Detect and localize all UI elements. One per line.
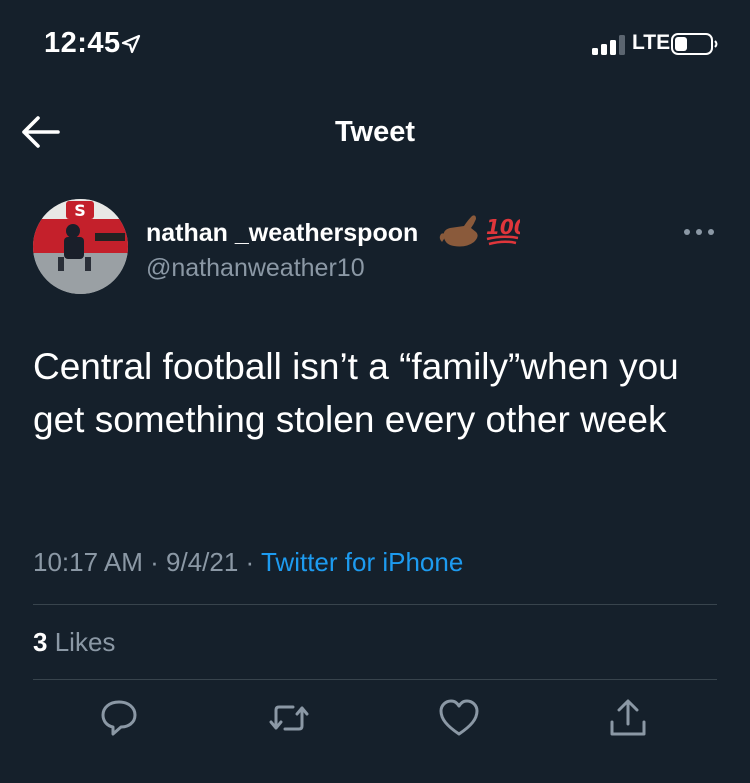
battery-icon — [671, 33, 718, 55]
tweet-text: Central football isn’t a “family”when yo… — [33, 346, 679, 440]
meta-separator: · — [245, 547, 255, 577]
avatar[interactable]: S — [33, 199, 128, 294]
share-icon — [610, 699, 646, 736]
retweet-button[interactable] — [267, 696, 311, 740]
like-button[interactable] — [437, 696, 481, 740]
page-title: Tweet — [334, 116, 416, 148]
reply-icon — [101, 700, 137, 736]
network-type: LTE — [632, 31, 671, 54]
divider — [33, 604, 717, 605]
hundred-points-emoji-icon: 100 — [486, 215, 520, 246]
svg-text:100: 100 — [486, 215, 520, 239]
retweet-icon — [269, 705, 309, 731]
reply-button[interactable] — [97, 696, 141, 740]
display-name[interactable]: nathan _weatherspoon — [146, 219, 418, 248]
meta-separator: · — [150, 547, 159, 577]
location-arrow-icon — [121, 34, 141, 54]
divider — [33, 679, 717, 680]
tweet-meta: 10:17 AM · 9/4/21 · Twitter for iPhone — [33, 547, 463, 578]
tweet-date: 9/4/21 — [166, 547, 239, 577]
tweet-source-link[interactable]: Twitter for iPhone — [261, 547, 463, 577]
share-button[interactable] — [606, 696, 650, 740]
heart-icon — [439, 699, 479, 736]
likes-count[interactable]: 3 Likes — [33, 627, 115, 658]
call-me-hand-emoji-icon — [439, 215, 478, 247]
likes-label: Likes — [54, 627, 116, 657]
status-bar: 12:45 LTE — [0, 0, 750, 90]
user-handle[interactable]: @nathanweather10 — [146, 254, 365, 283]
svg-text:S: S — [74, 201, 86, 220]
header: Tweet — [0, 100, 750, 164]
tweet-time: 10:17 AM — [33, 547, 143, 577]
status-time: 12:45 — [44, 27, 121, 59]
tweet-actions — [0, 696, 750, 748]
cellular-signal-icon — [592, 35, 625, 55]
more-options-button[interactable] — [682, 222, 716, 242]
likes-number: 3 — [33, 627, 48, 657]
